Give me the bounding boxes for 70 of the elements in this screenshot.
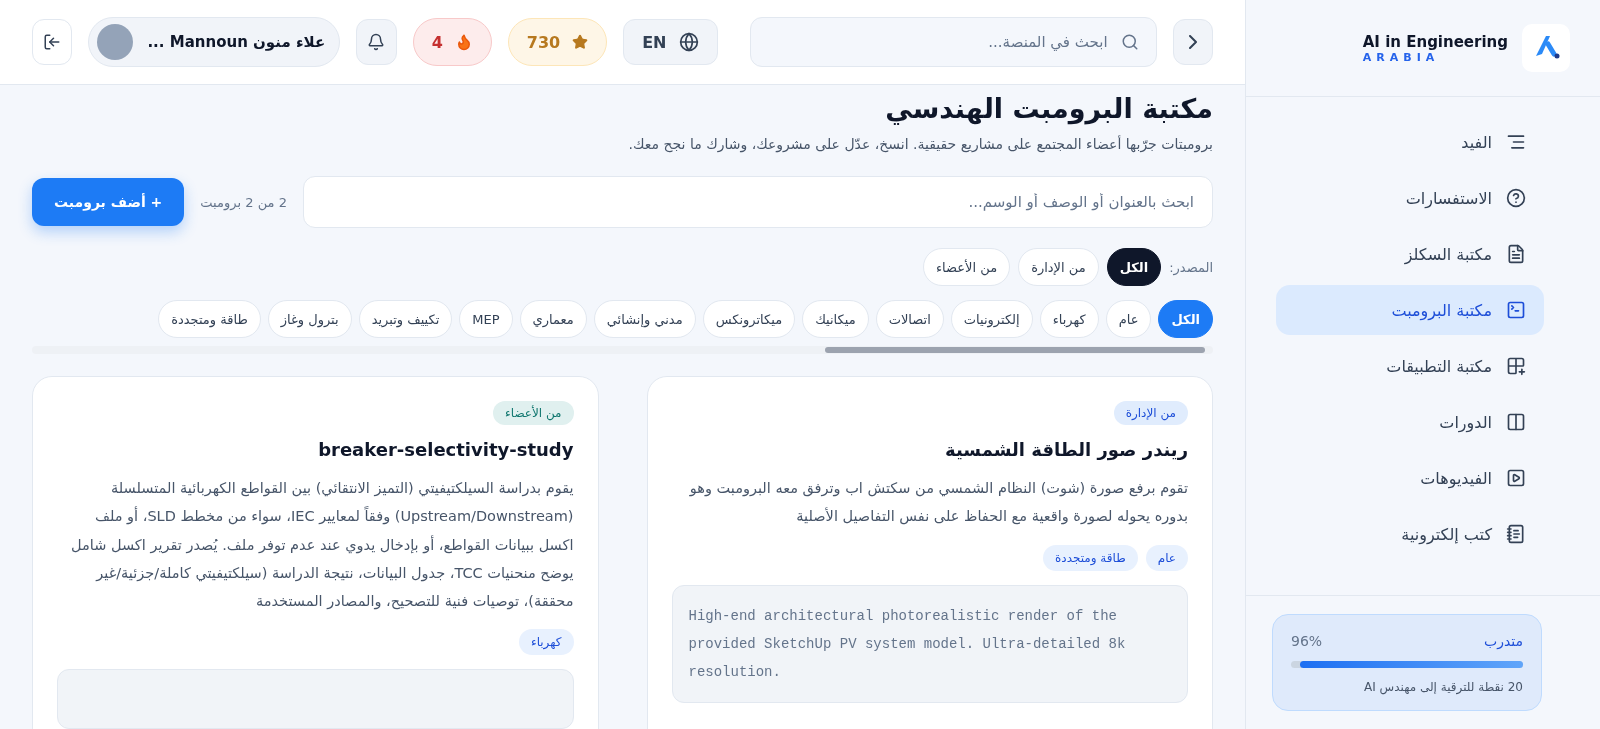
exit-icon xyxy=(43,33,62,51)
brand-title: AI in Engineering xyxy=(1362,32,1508,51)
category-chip[interactable]: ميكانيك xyxy=(802,300,869,338)
grid-plus-icon xyxy=(1506,356,1526,376)
category-tag: كهرباء xyxy=(519,629,574,656)
document-icon xyxy=(1506,244,1526,264)
category-chip[interactable]: إلكترونيات xyxy=(950,300,1033,338)
rank-label: متدرب xyxy=(1484,633,1523,649)
category-chip[interactable]: اتصالات xyxy=(875,300,944,338)
collapse-button[interactable] xyxy=(1172,19,1213,65)
columns-icon xyxy=(1506,412,1526,432)
horizontal-scrollbar[interactable] xyxy=(32,346,1213,354)
source-filter-chip[interactable]: الكل xyxy=(1106,248,1162,286)
language-button[interactable]: EN xyxy=(623,19,718,65)
prompt-code-block: High-end architectural photorealistic render of the provided SketchUp PV system model. Ultra-detailed 8k resolution. xyxy=(671,584,1188,703)
nav-item[interactable]: الاستفسارات xyxy=(1276,173,1544,223)
user-menu-button[interactable]: علاء منون Mannoun ... xyxy=(88,17,341,67)
add-prompt-button[interactable]: + أضف برومبت xyxy=(32,178,185,226)
scrollbar-thumb[interactable] xyxy=(825,347,1205,353)
source-label: المصدر: xyxy=(1169,259,1213,275)
category-chip[interactable]: مدني وإنشائي xyxy=(593,300,696,338)
category-chip[interactable]: عام xyxy=(1105,300,1152,338)
points-value: 730 xyxy=(526,32,561,52)
nav-item[interactable]: الفيد xyxy=(1276,117,1544,167)
source-filter-chip[interactable]: من الأعضاء xyxy=(923,248,1011,286)
card-title: breaker-selectivity-study xyxy=(318,439,574,460)
progress-percent: 96% xyxy=(1291,633,1323,649)
page-title: مكتبة البرومبت الهندسي xyxy=(884,93,1213,124)
category-chip[interactable]: معماري xyxy=(519,300,587,338)
category-chip[interactable]: بترول وغاز xyxy=(267,300,352,338)
nav-item[interactable]: مكتبة البرومبت xyxy=(1276,285,1544,335)
nav-item[interactable]: الفيديوهات xyxy=(1276,453,1544,503)
search-icon xyxy=(1120,33,1139,51)
nav-item[interactable]: مكتبة السكلز xyxy=(1276,229,1544,279)
category-chip[interactable]: ميكاترونكس xyxy=(702,300,796,338)
source-badge: من الإدارة xyxy=(1113,401,1188,425)
play-icon xyxy=(1506,468,1526,488)
category-chip[interactable]: الكل xyxy=(1158,300,1213,338)
notebook-icon xyxy=(1506,524,1526,544)
page-subtitle: برومبتات جرّبها أعضاء المجتمع على مشاريع حقيقية. انسخ، عدّل على مشروعك، وشارك ما نجح معك. xyxy=(627,136,1213,152)
notifications-button[interactable] xyxy=(356,19,397,65)
result-count: 2 من 2 برومبت xyxy=(200,194,287,210)
star-icon xyxy=(572,34,589,50)
terminal-icon xyxy=(1506,300,1526,320)
globe-icon xyxy=(678,32,699,52)
source-filter-chip[interactable]: من الإدارة xyxy=(1018,248,1099,286)
category-tag: طاقة ومتجددة xyxy=(1043,544,1138,571)
lines-icon xyxy=(1506,132,1526,152)
help-icon xyxy=(1506,188,1526,208)
brand-logo-icon xyxy=(1522,24,1570,72)
category-chip[interactable]: MEP xyxy=(459,300,513,338)
source-badge: من الأعضاء xyxy=(493,401,574,425)
card-description: تقوم برفع صورة (شوت) النظام الشمسي من سكتش اب وترفق معه البرومبت وهو بدوره يحوله لصورة واقعية مع الحفاظ على نفس التفاصيل الأصلية xyxy=(688,479,1188,527)
card-description: يقوم بدراسة السيلكتيفيتي (التميز الانتقائي) بين القواطع الكهربائية المتسلسلة (Upstream/Downstream) وفقاً لمعايير IEC، سواء من مخطط SLD، أو ملف اكسل ببيانات القواطع، أو بإدخال يدوي عند عدم توفر ملف. يُصدر تقرير اكسل شامل يوضح منحنيات TCC، جدول البيانات، نتيجة الدراسة (سيلكتيفيتي كاملة/جزئية/غير محققة)، توصيات فنية للتصحيح، والمصادر المستخدمة xyxy=(70,479,574,612)
avatar-placeholder xyxy=(97,24,134,60)
logout-button[interactable] xyxy=(32,19,73,65)
bell-icon xyxy=(367,33,386,51)
nav-item[interactable]: كتب إلكترونية xyxy=(1276,509,1544,559)
chevron-right-icon xyxy=(1188,35,1197,49)
category-chip[interactable]: كهرباء xyxy=(1039,300,1099,338)
category-chip[interactable]: تكييف وتبريد xyxy=(358,300,453,338)
category-tag: عام xyxy=(1145,544,1188,571)
card-title: ريندر صور الطاقة الشمسية xyxy=(945,439,1188,460)
brand-subtitle: ARABIA xyxy=(1362,50,1440,64)
category-chip[interactable]: طاقة ومتجددة xyxy=(158,300,261,338)
streak-value: 4 xyxy=(431,32,443,52)
progress-note: 20 نقطة للترقية إلى مهندس AI xyxy=(1363,680,1523,694)
nav-item[interactable]: مكتبة التطبيقات xyxy=(1276,341,1544,391)
nav-item[interactable]: الدورات xyxy=(1276,397,1544,447)
platform-search-field[interactable]: ابحث في المنصة... xyxy=(749,17,1157,67)
